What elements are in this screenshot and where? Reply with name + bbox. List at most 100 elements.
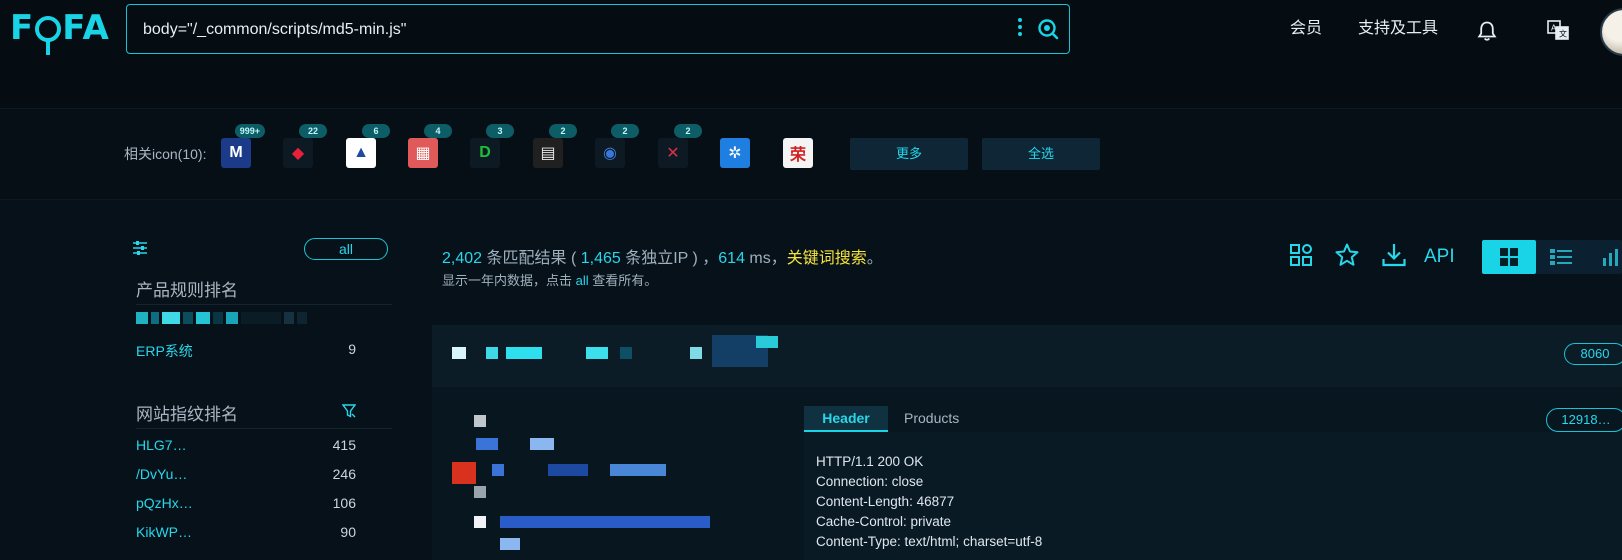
product-ranking-title: 产品规则排名 xyxy=(136,281,238,300)
fingerprint-name: /DvYu… xyxy=(136,466,188,482)
show-all-link[interactable]: all xyxy=(576,273,589,288)
blurred-meta xyxy=(492,464,504,476)
api-button[interactable]: API xyxy=(1424,246,1455,268)
blurred-meta xyxy=(452,462,476,484)
icon-count-badge: 22 xyxy=(299,124,327,138)
fingerprint-name: pQzHx… xyxy=(136,495,193,511)
icon-glyph: ▦ xyxy=(415,145,431,162)
fingerprint-count: 106 xyxy=(332,495,356,511)
icon-glyph: ◉ xyxy=(603,145,617,162)
blurred-meta xyxy=(474,415,486,427)
related-icon-9[interactable]: ✲ xyxy=(720,138,750,168)
more-options-icon[interactable] xyxy=(1017,18,1023,40)
nav-member[interactable]: 会员 xyxy=(1290,14,1322,38)
product-count: 9 xyxy=(348,341,356,357)
blurred-meta xyxy=(474,486,486,498)
product-rank-row[interactable]: ERP系统 9 xyxy=(136,341,356,361)
blurred-meta xyxy=(548,464,588,476)
tab-products[interactable]: Products xyxy=(904,410,959,426)
result-stats: 2,402 条匹配结果 ( 1,465 条独立IP ) ，614 ms，关键词搜… xyxy=(442,244,883,268)
result-count: 2,402 xyxy=(442,250,483,267)
blurred-host xyxy=(452,347,466,359)
port-badge[interactable]: 8060 xyxy=(1564,343,1622,365)
icon-count-badge: 2 xyxy=(674,124,702,138)
grid-icon xyxy=(1500,248,1518,266)
icon-count-badge: 6 xyxy=(362,124,390,138)
blurred-meta xyxy=(530,438,554,450)
list-view-icon[interactable] xyxy=(1550,248,1572,266)
nav-tools[interactable]: 支持及工具 xyxy=(1358,14,1438,38)
icon-glyph: ▲ xyxy=(353,144,369,161)
fingerprint-rank-row[interactable]: /DvYu… 246 xyxy=(136,466,356,482)
star-icon[interactable] xyxy=(1334,242,1360,268)
blurred-meta xyxy=(476,438,498,450)
filter-settings-icon[interactable] xyxy=(132,240,148,256)
related-icons-label: 相关icon(10): xyxy=(124,146,207,162)
icon-glyph: ▤ xyxy=(540,145,556,162)
fingerprint-name: KikWP… xyxy=(136,524,192,540)
keyword-search-link[interactable]: 关键词搜索 xyxy=(787,250,867,267)
svg-text:A: A xyxy=(1551,24,1557,33)
related-icon-7[interactable]: ◉ 2 xyxy=(595,124,639,168)
download-icon[interactable] xyxy=(1381,242,1407,268)
bell-icon[interactable] xyxy=(1476,20,1498,42)
related-icon-2[interactable]: ◆ 22 xyxy=(283,124,327,168)
blurred-meta xyxy=(474,516,486,528)
chart-view-icon[interactable] xyxy=(1602,248,1620,266)
related-icon-5[interactable]: D 3 xyxy=(470,124,514,168)
result-count-text: 条匹配结果 ( xyxy=(482,250,581,267)
more-icons-button[interactable]: 更多 xyxy=(850,138,968,170)
http-header-line: Content-Type: text/html; charset=utf-8 xyxy=(816,534,1043,549)
related-icon-6[interactable]: ▤ 2 xyxy=(533,124,577,168)
search-input[interactable] xyxy=(141,5,985,54)
related-icon-10[interactable]: 荣 xyxy=(783,138,813,168)
result-card-header xyxy=(432,325,1622,387)
aggregate-icon[interactable] xyxy=(1288,242,1314,268)
related-icon-1[interactable]: M 999+ xyxy=(221,124,265,168)
all-filter-pill[interactable]: all xyxy=(304,238,388,260)
select-all-icons-button[interactable]: 全选 xyxy=(982,138,1100,170)
fingerprint-rank-row[interactable]: HLG7… 415 xyxy=(136,437,356,453)
grid-view-button[interactable] xyxy=(1482,240,1536,274)
fingerprint-count: 90 xyxy=(340,524,356,540)
logo-ring-icon xyxy=(35,16,62,55)
icon-glyph: 荣 xyxy=(789,147,806,164)
one-year-notice: 显示一年内数据，点击 all 查看所有。 xyxy=(442,270,657,289)
fofa-logo[interactable]: F FA xyxy=(10,8,110,55)
blurred-host xyxy=(486,347,498,359)
query-time: 614 xyxy=(718,250,745,267)
fingerprint-ranking-title: 网站指纹排名 xyxy=(136,405,238,424)
blurred-host xyxy=(756,336,778,348)
icon-glyph: ✲ xyxy=(728,145,742,162)
search-icon[interactable] xyxy=(1037,18,1059,40)
icon-count-badge: 4 xyxy=(424,124,452,138)
divider xyxy=(136,304,392,305)
fingerprint-rank-row[interactable]: pQzHx… 106 xyxy=(136,495,356,511)
port-badge-secondary[interactable]: 12918… xyxy=(1546,408,1622,432)
unique-ip-text: 条独立IP ) ， xyxy=(620,250,719,267)
icon-count-badge: 3 xyxy=(486,124,514,138)
funnel-filter-icon[interactable] xyxy=(342,404,356,418)
http-header-line: Cache-Control: private xyxy=(816,514,952,529)
notice-suffix: 查看所有。 xyxy=(588,273,658,288)
fingerprint-count: 246 xyxy=(332,466,356,482)
logo-letter-f: F xyxy=(10,8,35,48)
blurred-host xyxy=(690,347,702,359)
http-header-line: HTTP/1.1 200 OK xyxy=(816,454,924,469)
icon-glyph: D xyxy=(479,144,491,161)
related-icon-8[interactable]: ✕ 2 xyxy=(658,124,702,168)
icon-glyph: ✕ xyxy=(666,145,680,162)
translate-icon[interactable]: A 文 xyxy=(1546,18,1570,42)
related-icon-4[interactable]: ▦ 4 xyxy=(408,124,452,168)
http-header-line: Content-Length: 46877 xyxy=(816,494,955,509)
product-name: ERP系统 xyxy=(136,343,193,359)
query-time-unit: ms， xyxy=(744,250,787,267)
tab-header[interactable]: Header xyxy=(804,406,888,432)
logo-letters-fa: FA xyxy=(62,8,110,48)
unique-ip-count: 1,465 xyxy=(580,250,621,267)
fingerprint-rank-row[interactable]: KikWP… 90 xyxy=(136,524,356,540)
svg-text:文: 文 xyxy=(1559,29,1567,39)
fingerprint-count: 415 xyxy=(332,437,356,453)
blurred-meta xyxy=(610,464,666,476)
related-icon-3[interactable]: ▲ 6 xyxy=(346,124,390,168)
